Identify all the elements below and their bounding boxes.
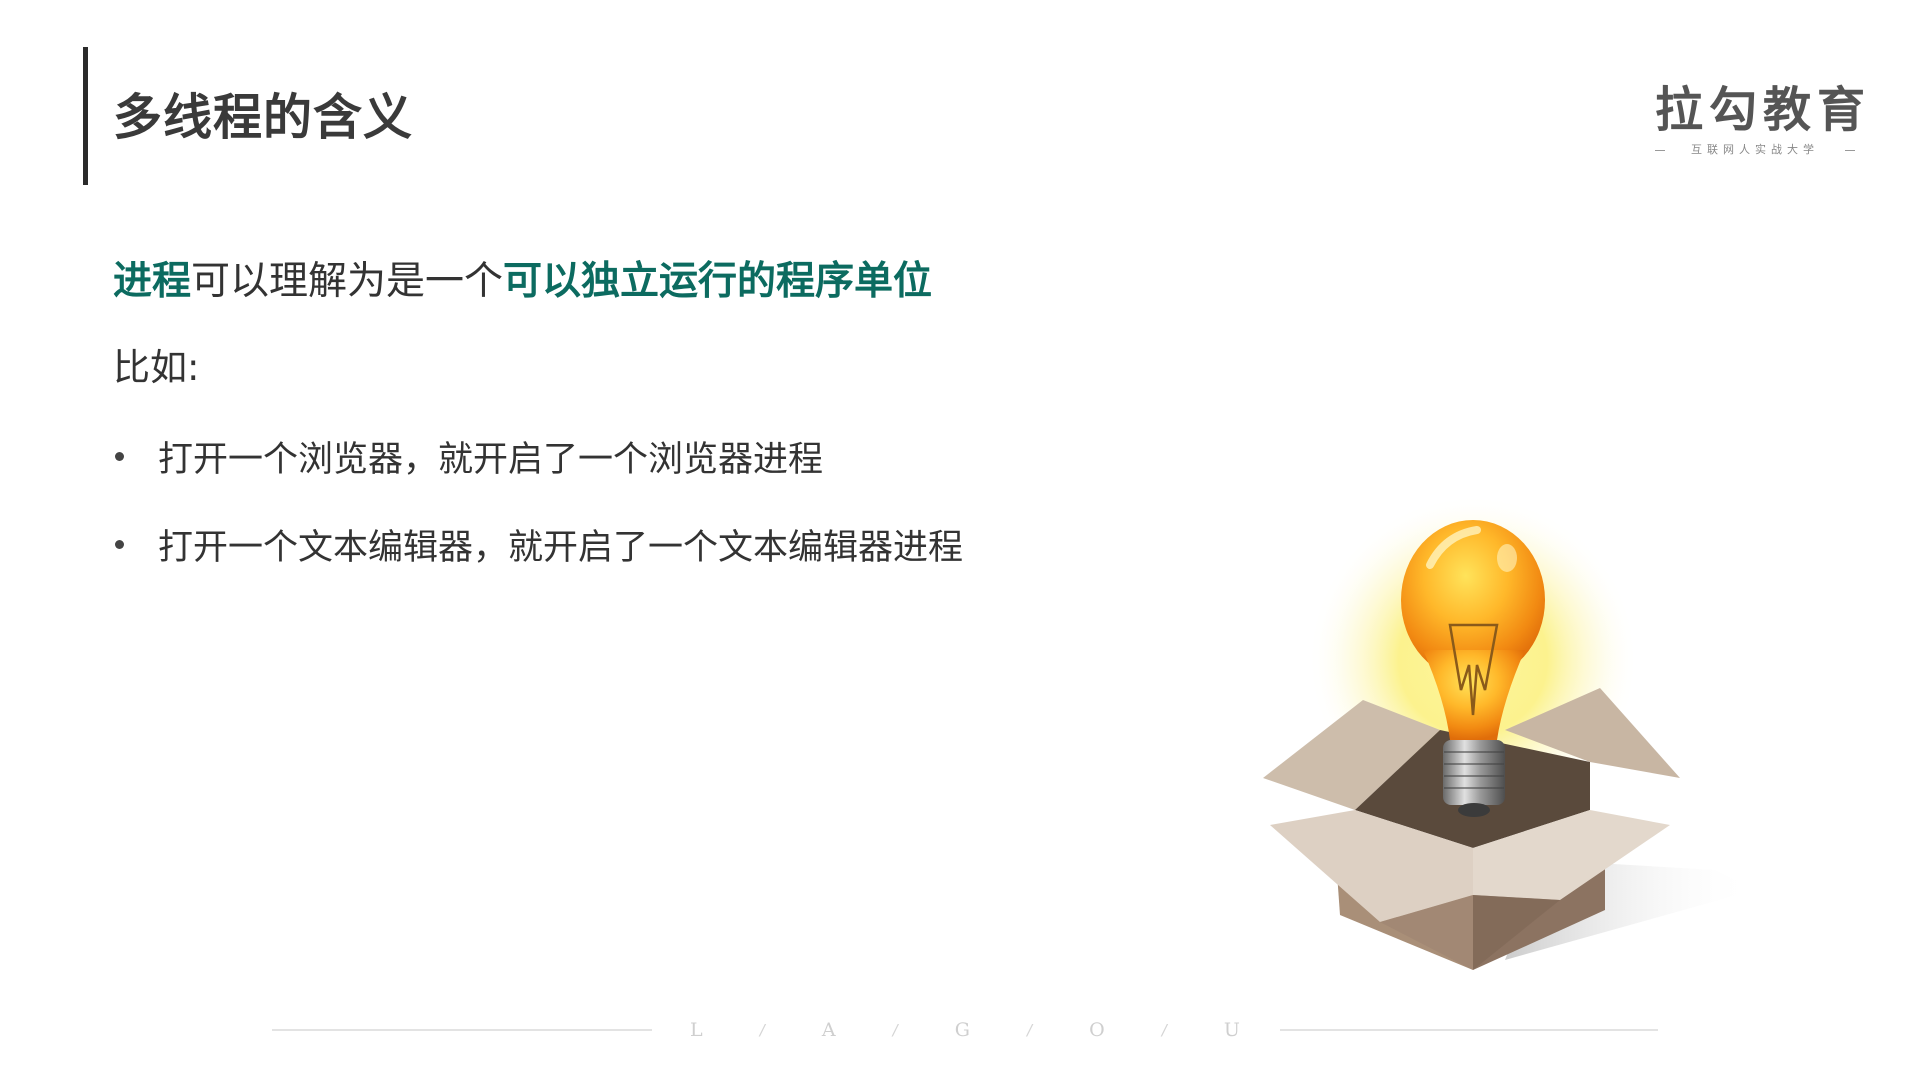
footer-slash: / (1026, 1021, 1033, 1039)
footer-slash: / (759, 1021, 765, 1039)
footer-letter: L (690, 1019, 703, 1041)
definition-highlight: 可以独立运行的程序单位 (503, 259, 933, 304)
bullet-dot-icon (115, 451, 124, 461)
example-list: 打开一个浏览器，就开启了一个浏览器进程 打开一个文本编辑器，就开启了一个文本编辑… (113, 426, 1113, 574)
footer-slash: / (1161, 1021, 1167, 1039)
example-label: 比如: (113, 346, 200, 389)
footer-slash: / (892, 1021, 898, 1039)
footer-letter: O (1089, 1019, 1105, 1041)
logo-main-text: 拉勾教育 (1655, 82, 1872, 138)
bulb-tip (1458, 803, 1490, 817)
bulb-highlight-dot (1497, 544, 1517, 572)
definition-term: 进程 (113, 259, 192, 304)
footer-letter: U (1223, 1019, 1240, 1041)
logo-subtitle-row: 互联网人实战大学 (1655, 142, 1855, 158)
logo-dash-right (1845, 149, 1855, 151)
list-item-text: 打开一个浏览器，就开启了一个浏览器进程 (158, 439, 824, 480)
logo-subtitle: 互联网人实战大学 (1691, 143, 1819, 156)
page-title: 多线程的含义 (113, 89, 414, 146)
footer-divider-right (1280, 1029, 1658, 1031)
footer-brand-letters: L / A / G / O / U (690, 1018, 1240, 1042)
list-item-text: 打开一个文本编辑器，就开启了一个文本编辑器进程 (158, 527, 964, 568)
title-accent-bar (83, 47, 88, 185)
definition-connector: 可以理解为是一个 (191, 259, 504, 304)
footer-letter: A (821, 1019, 836, 1041)
footer: L / A / G / O / U (0, 1010, 1920, 1050)
logo-dash-left (1655, 149, 1665, 151)
footer-letter: G (954, 1019, 970, 1041)
list-item: 打开一个浏览器，就开启了一个浏览器进程 (113, 426, 1113, 486)
footer-divider-left (272, 1029, 652, 1031)
bulb-base (1443, 740, 1505, 805)
lightbulb-in-box-icon (1245, 490, 1770, 980)
list-item: 打开一个文本编辑器，就开启了一个文本编辑器进程 (113, 514, 1113, 574)
bullet-dot-icon (115, 539, 124, 549)
slide: 多线程的含义 拉勾教育 互联网人实战大学 进程可以理解为是一个可以独立运行的程序… (0, 0, 1920, 1080)
main-content: 进程可以理解为是一个可以独立运行的程序单位 比如: 打开一个浏览器，就开启了一个… (113, 252, 1113, 602)
definition-sentence: 进程可以理解为是一个可以独立运行的程序单位 (113, 252, 1113, 312)
logo: 拉勾教育 互联网人实战大学 (1655, 82, 1872, 158)
